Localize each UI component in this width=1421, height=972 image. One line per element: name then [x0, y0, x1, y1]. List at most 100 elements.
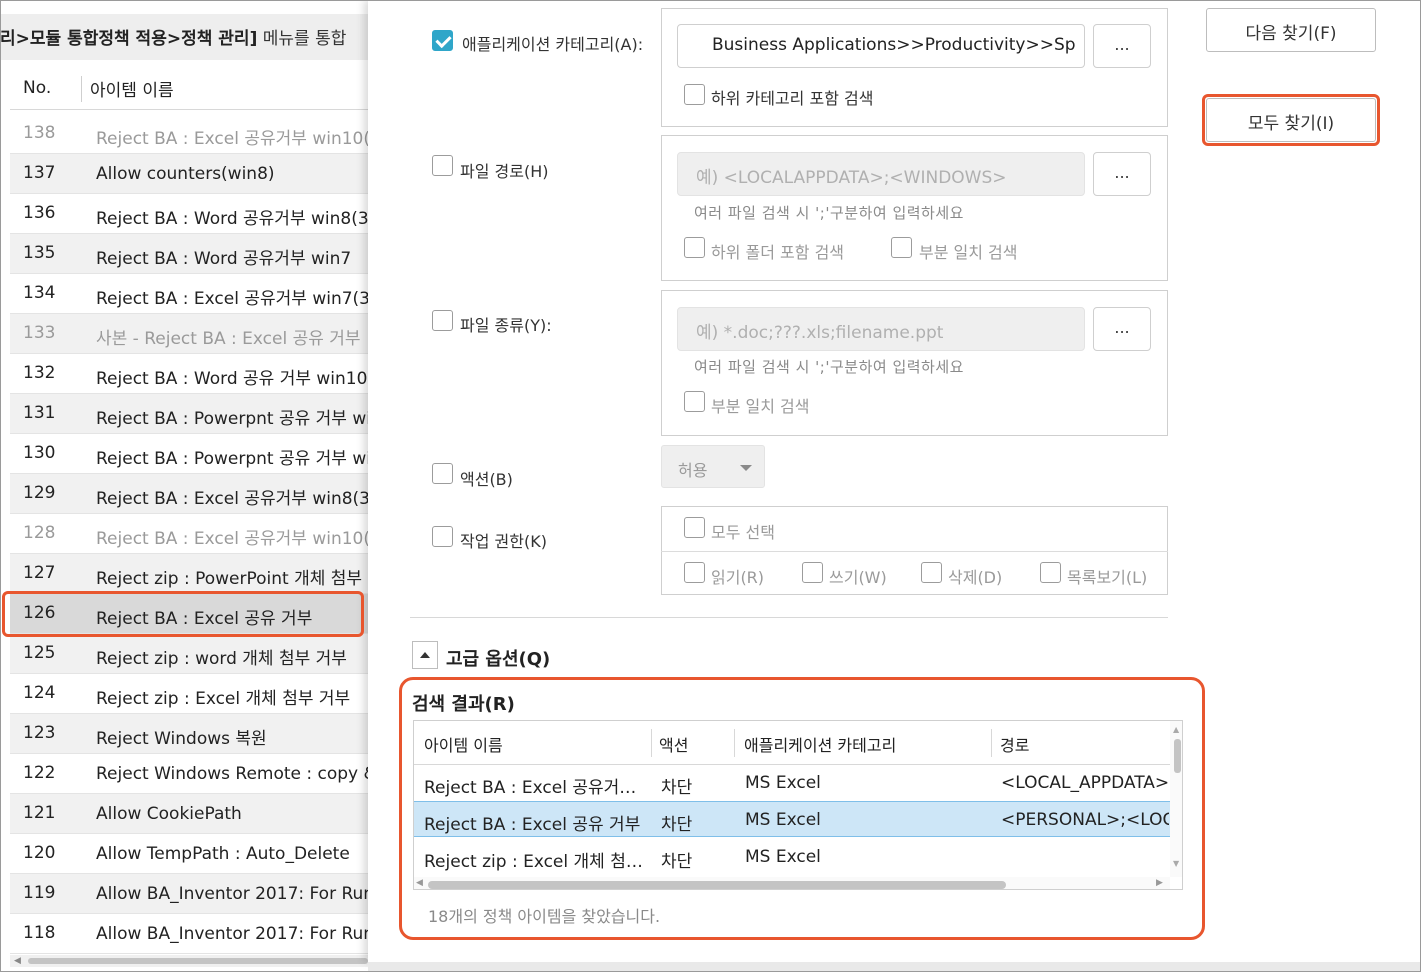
file-type-partial-match-checkbox[interactable] [684, 391, 705, 412]
file-path-partial-match-checkbox[interactable] [891, 237, 912, 258]
row-item-name: Reject BA : Word 공유거부 win7 [96, 249, 352, 269]
column-header-no[interactable]: No. [23, 78, 51, 98]
breadcrumb-path: 리>모듈 통합정책 적용>정책 관리] [0, 29, 258, 49]
read-checkbox[interactable] [684, 562, 705, 583]
delete-checkbox[interactable] [921, 562, 942, 583]
table-row[interactable]: 122 Reject Windows Remote : copy & [10, 754, 368, 794]
list-view-label: 목록보기(L) [1067, 568, 1148, 587]
table-row[interactable]: 128 Reject BA : Excel 공유거부 win10(3 [10, 514, 368, 554]
table-row[interactable]: 121 Allow CookiePath [10, 794, 368, 834]
table-row[interactable]: 133 사본 - Reject BA : Excel 공유 거부 [10, 314, 368, 354]
list-view-checkbox[interactable] [1040, 562, 1061, 583]
results-vertical-scrollbar[interactable]: ▲ ▼ [1170, 721, 1182, 877]
row-number: 128 [23, 523, 56, 543]
app-category-browse-button[interactable]: ... [1093, 24, 1151, 68]
row-number: 138 [23, 123, 56, 143]
results-horizontal-scrollbar[interactable]: ◀ ▶ [414, 877, 1170, 889]
permission-label: 작업 권한(K) [460, 532, 547, 551]
table-row[interactable]: 135 Reject BA : Word 공유거부 win7 [10, 234, 368, 274]
column-separator[interactable] [991, 729, 992, 757]
app-category-input[interactable]: Business Applications>>Productivity>>Sp [677, 24, 1085, 68]
column-separator[interactable] [651, 729, 652, 757]
scroll-left-arrow-icon[interactable]: ◀ [14, 956, 21, 966]
results-col-category[interactable]: 애플리케이션 카테고리 [744, 732, 896, 756]
list-horizontal-scrollbar[interactable]: ◀ [10, 955, 368, 967]
scroll-right-arrow-icon[interactable]: ▶ [1156, 878, 1163, 888]
result-cell-action: 차단 [661, 778, 693, 798]
row-item-name: Reject BA : Excel 공유거부 win7(32 [96, 289, 368, 309]
results-header: 아이템 이름 액션 애플리케이션 카테고리 경로 [414, 721, 1170, 765]
include-subcategory-checkbox[interactable] [684, 84, 705, 105]
table-row[interactable]: 120 Allow TempPath : Auto_Delete [10, 834, 368, 874]
table-row[interactable]: 132 Reject BA : Word 공유 거부 win10 [10, 354, 368, 394]
delete-label: 삭제(D) [948, 568, 1003, 587]
results-col-item-name[interactable]: 아이템 이름 [424, 732, 503, 756]
table-row[interactable]: 130 Reject BA : Powerpnt 공유 거부 wi [10, 434, 368, 474]
row-item-name: Allow CookiePath [96, 804, 242, 824]
row-number: 133 [23, 323, 56, 343]
result-cell-action: 차단 [661, 852, 693, 872]
collapse-advanced-button[interactable] [412, 641, 438, 669]
table-row[interactable]: 137 Allow counters(win8) [10, 154, 368, 194]
table-row[interactable]: 129 Reject BA : Excel 공유거부 win8(32 [10, 474, 368, 514]
row-number: 127 [23, 563, 56, 583]
file-type-checkbox[interactable] [432, 310, 453, 331]
result-cell-action: 차단 [661, 815, 693, 835]
file-type-browse-button[interactable]: ... [1093, 307, 1151, 351]
column-separator[interactable] [734, 729, 735, 757]
result-cell-path: <LOCAL_APPDATA>\… [1001, 773, 1169, 793]
result-row[interactable]: Reject BA : Excel 공유거… 차단 MS Excel <LOCAL_A… [414, 765, 1182, 801]
scroll-down-arrow-icon[interactable]: ▼ [1173, 859, 1179, 868]
table-row[interactable]: 119 Allow BA_Inventor 2017: For Run [10, 874, 368, 914]
row-item-name: Reject BA : Powerpnt 공유 거부 wi [96, 409, 368, 429]
file-type-partial-match-label: 부분 일치 검색 [711, 397, 810, 416]
table-row[interactable]: 131 Reject BA : Powerpnt 공유 거부 wi [10, 394, 368, 434]
file-path-checkbox[interactable] [432, 155, 453, 176]
result-cell-name: Reject BA : Excel 공유 거부 [424, 815, 641, 835]
scroll-up-arrow-icon[interactable]: ▲ [1173, 725, 1179, 734]
table-row[interactable]: 125 Reject zip : word 개체 첨부 거부 [10, 634, 368, 674]
table-row[interactable]: 118 Allow BA_Inventor 2017: For Run [10, 914, 368, 954]
table-row[interactable]: 136 Reject BA : Word 공유거부 win8(32 [10, 194, 368, 234]
select-all-checkbox[interactable] [684, 517, 705, 538]
table-row[interactable]: 127 Reject zip : PowerPoint 개체 첨부 거 [10, 554, 368, 594]
include-subcategory-label: 하위 카테고리 포함 검색 [711, 89, 874, 108]
column-header-item-name[interactable]: 아이템 이름 [90, 76, 174, 101]
column-separator[interactable] [81, 76, 82, 102]
file-path-input[interactable]: 예) <LOCALAPPDATA>;<WINDOWS> [677, 152, 1085, 196]
results-col-path[interactable]: 경로 [1000, 732, 1029, 756]
scrollbar-thumb[interactable] [28, 958, 368, 964]
action-checkbox[interactable] [432, 463, 453, 484]
result-row[interactable]: Reject zip : Excel 개체 첨… 차단 MS Excel [414, 839, 1182, 875]
include-subfolder-checkbox[interactable] [684, 237, 705, 258]
results-col-action[interactable]: 액션 [659, 732, 688, 756]
policy-list: 138 Reject BA : Excel 공유거부 win10(32 137 All… [10, 114, 368, 954]
action-select[interactable]: 허용 [661, 445, 765, 488]
find-next-button[interactable]: 다음 찾기(F) [1206, 8, 1376, 52]
permission-checkbox[interactable] [432, 526, 453, 547]
result-row[interactable]: Reject BA : Excel 공유 거부 차단 MS Excel <PERSON… [414, 801, 1182, 837]
table-row[interactable]: 138 Reject BA : Excel 공유거부 win10(32 [10, 114, 368, 154]
file-path-browse-button[interactable]: ... [1093, 152, 1151, 196]
row-number: 124 [23, 683, 56, 703]
row-item-name: Reject zip : PowerPoint 개체 첨부 거 [96, 569, 368, 589]
write-checkbox[interactable] [802, 562, 823, 583]
action-select-value: 허용 [678, 461, 708, 480]
row-item-name: Allow counters(win8) [96, 164, 275, 184]
row-number: 119 [23, 883, 56, 903]
window-bottom-strip [368, 962, 1421, 972]
row-number: 122 [23, 763, 56, 783]
table-row[interactable]: 123 Reject Windows 복원 [10, 714, 368, 754]
row-number: 123 [23, 723, 56, 743]
row-item-name: Reject BA : Excel 공유거부 win8(32 [96, 489, 368, 509]
scroll-left-arrow-icon[interactable]: ◀ [416, 878, 423, 888]
table-row[interactable]: 134 Reject BA : Excel 공유거부 win7(32 [10, 274, 368, 314]
permission-divider [661, 551, 1168, 552]
row-number: 121 [23, 803, 56, 823]
file-type-input[interactable]: 예) *.doc;???.xls;filename.ppt [677, 307, 1085, 351]
scrollbar-thumb[interactable] [428, 881, 1006, 889]
scrollbar-thumb[interactable] [1174, 739, 1181, 773]
table-row[interactable]: 124 Reject zip : Excel 개체 첨부 거부 [10, 674, 368, 714]
results-status: 18개의 정책 아이템을 찾았습니다. [428, 907, 661, 926]
app-category-checkbox[interactable] [432, 30, 453, 51]
